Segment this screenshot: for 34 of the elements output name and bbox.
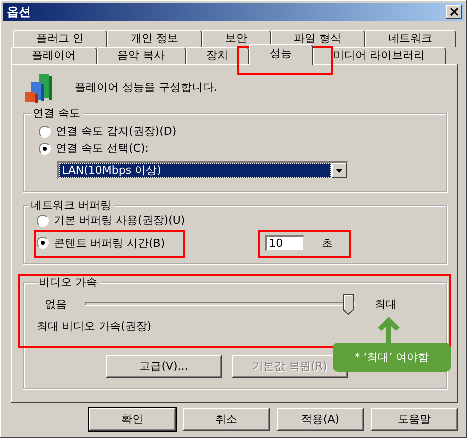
dialog-button[interactable]: 고급(V)... <box>106 355 222 378</box>
dialog-button[interactable]: 도움말 <box>371 408 458 431</box>
bar-chart-icon <box>23 72 55 104</box>
slider-max-label: 최대 <box>375 296 397 312</box>
group-title: 비디오 가속 <box>38 276 98 289</box>
slider-min-label: 없음 <box>45 296 68 312</box>
dialog-button[interactable]: 적용(A) <box>277 408 364 431</box>
radio-option[interactable]: 연결 속도 감지(권장)(D) <box>39 123 177 140</box>
description-text: 플레이어 성능을 구성합니다. <box>75 80 218 94</box>
up-arrow-icon <box>376 316 402 346</box>
note-tooltip: * ‘최대’ 여야함 <box>333 343 451 372</box>
close-icon <box>450 8 458 16</box>
dialog-button[interactable]: 취소 <box>183 408 270 431</box>
tab[interactable]: 개인 정보 <box>107 30 202 47</box>
tab[interactable]: 플레이어 <box>11 47 97 64</box>
group-title: 네트워크 버퍼링 <box>30 199 112 212</box>
radio-option[interactable]: 콘텐트 버퍼링 시간(B) <box>37 234 166 252</box>
radio-option[interactable]: 연결 속도 선택(C): <box>39 140 149 157</box>
dropdown-arrow-icon <box>336 168 343 172</box>
radio-option[interactable]: 기본 버퍼링 사용(권장)(U) <box>37 212 186 229</box>
dialog-button[interactable]: 확인 <box>89 408 176 431</box>
tab[interactable]: 네트워크 <box>365 30 456 47</box>
window-title: 옵션 <box>7 4 31 20</box>
tab[interactable]: 미디어 라이브러리 <box>312 47 446 64</box>
speed-dropdown[interactable]: LAN(10Mbps 이상) <box>57 161 349 180</box>
slider-thumb[interactable] <box>343 294 354 315</box>
seconds-input[interactable]: 10 <box>265 234 306 252</box>
unit-label: 초 <box>322 236 334 250</box>
tab[interactable]: 음악 복사 <box>96 47 186 64</box>
group-title: 연결 속도 <box>32 107 82 120</box>
acceleration-level-text: 최대 비디오 가속(권장) <box>37 319 152 335</box>
tab[interactable]: 성능 <box>249 44 313 65</box>
close-button[interactable] <box>446 5 462 19</box>
tab[interactable]: 플러그 인 <box>13 30 108 47</box>
